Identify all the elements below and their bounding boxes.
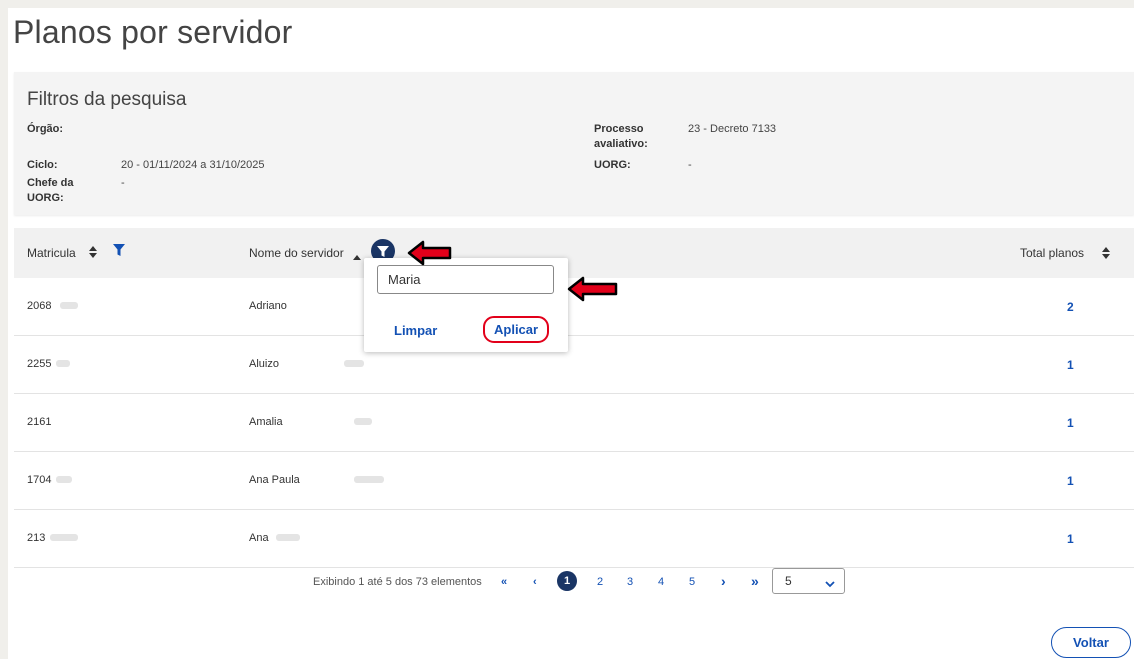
table-row[interactable]: 213 Ana 1: [14, 510, 1134, 568]
redacted-block: [354, 476, 384, 483]
processo-label: Processo avaliativo:: [594, 122, 648, 152]
cell-matricula: 1704: [27, 474, 52, 486]
name-filter-popup: Limpar Aplicar: [364, 258, 568, 352]
ciclo-value: 20 - 01/11/2024 a 31/10/2025: [121, 159, 265, 171]
cell-matricula: 2255: [27, 358, 52, 370]
cell-nome: Amalia: [249, 416, 283, 428]
page-3-button[interactable]: 3: [627, 576, 633, 588]
cell-matricula: 213: [27, 532, 46, 544]
redacted-block: [344, 360, 364, 367]
uorg-value: -: [688, 159, 692, 171]
apply-filter-button[interactable]: Aplicar: [483, 316, 550, 343]
processo-value: 23 - Decreto 7133: [688, 123, 777, 135]
cell-matricula: 2161: [27, 416, 52, 428]
cell-total-link[interactable]: 1: [1067, 416, 1074, 430]
processo-label-line1: Processo: [594, 123, 644, 135]
cell-matricula: 2068: [27, 300, 52, 312]
chefe-value: -: [121, 177, 125, 189]
name-filter-input[interactable]: [377, 265, 554, 294]
filters-panel: Filtros da pesquisa Órgão: Processo aval…: [14, 72, 1134, 215]
page-4-button[interactable]: 4: [658, 576, 664, 588]
table-row[interactable]: 2161 Amalia 1: [14, 394, 1134, 452]
redacted-block: [60, 302, 78, 309]
page-size-select[interactable]: 5: [772, 568, 845, 594]
table-row[interactable]: 2255 Aluizo 1: [14, 336, 1134, 394]
filters-title: Filtros da pesquisa: [27, 89, 187, 110]
cell-nome: Aluizo: [249, 358, 279, 370]
page-container: Planos por servidor Filtros da pesquisa …: [8, 8, 1134, 659]
cell-nome: Adriano: [249, 300, 287, 312]
pagination-summary: Exibindo 1 até 5 dos 73 elementos: [313, 576, 482, 588]
processo-label-line2: avaliativo:: [594, 138, 648, 150]
redacted-block: [56, 360, 70, 367]
cell-total-link[interactable]: 1: [1067, 358, 1074, 372]
last-page-button[interactable]: »: [751, 573, 759, 589]
page-1-button[interactable]: 1: [557, 571, 577, 591]
page-2-button[interactable]: 2: [597, 576, 603, 588]
chevron-down-icon: [825, 577, 835, 591]
redacted-block: [354, 418, 372, 425]
table-header: Matricula Nome do servidor Total planos: [14, 228, 1134, 278]
filter-icon[interactable]: [113, 244, 125, 262]
cell-nome: Ana: [249, 532, 269, 544]
redacted-block: [50, 534, 78, 541]
next-page-button[interactable]: ›: [721, 573, 726, 589]
sort-both-icon[interactable]: [1102, 246, 1110, 264]
cell-total-link[interactable]: 1: [1067, 474, 1074, 488]
clear-filter-button[interactable]: Limpar: [394, 323, 437, 338]
annotation-arrow-icon: [567, 276, 618, 302]
chefe-label-line1: Chefe da: [27, 177, 74, 189]
cell-total-link[interactable]: 1: [1067, 532, 1074, 546]
col-nome-header[interactable]: Nome do servidor: [249, 246, 344, 260]
prev-page-button[interactable]: ‹: [533, 576, 537, 588]
uorg-label: UORG:: [594, 159, 631, 171]
back-button[interactable]: Voltar: [1051, 627, 1131, 658]
page-5-button[interactable]: 5: [689, 576, 695, 588]
chefe-label-line2: UORG:: [27, 192, 64, 204]
chefe-label: Chefe da UORG:: [27, 176, 73, 206]
page-title: Planos por servidor: [13, 14, 293, 50]
pagination: Exibindo 1 até 5 dos 73 elementos « ‹ 1 …: [0, 568, 1134, 598]
table-row[interactable]: 1704 Ana Paula 1: [14, 452, 1134, 510]
cell-total-link[interactable]: 2: [1067, 300, 1074, 314]
page-size-value: 5: [785, 574, 792, 588]
col-total-header[interactable]: Total planos: [1020, 246, 1084, 260]
annotation-arrow-icon: [407, 240, 452, 266]
orgao-label: Órgão:: [27, 123, 64, 135]
col-matricula-header[interactable]: Matricula: [27, 246, 76, 260]
sort-ascending-icon[interactable]: [353, 248, 361, 266]
redacted-block: [56, 476, 72, 483]
ciclo-label: Ciclo:: [27, 159, 58, 171]
sort-both-icon[interactable]: [89, 246, 97, 261]
redacted-block: [276, 534, 300, 541]
first-page-button[interactable]: «: [501, 576, 507, 588]
cell-nome: Ana Paula: [249, 474, 300, 486]
